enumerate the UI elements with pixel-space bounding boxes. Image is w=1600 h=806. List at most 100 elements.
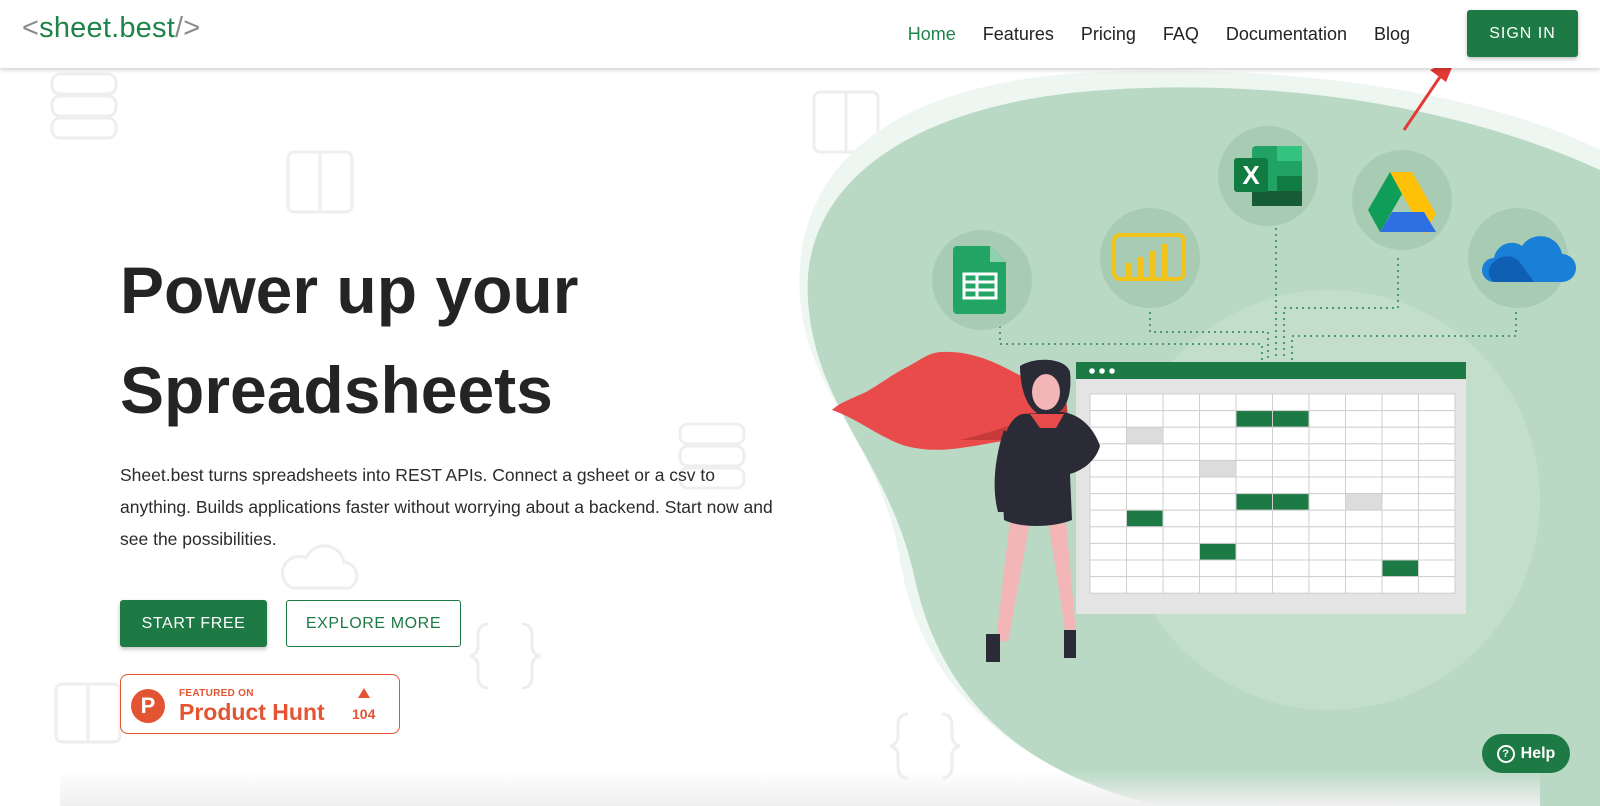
spreadsheet-cell bbox=[1199, 426, 1237, 445]
spreadsheet-cell bbox=[1235, 476, 1273, 495]
logo-bracket-close: /> bbox=[174, 12, 201, 44]
spreadsheet-cell bbox=[1089, 410, 1127, 428]
upvote-count: 104 bbox=[352, 706, 376, 722]
product-hunt-featured-text: FEATURED ON bbox=[179, 688, 254, 699]
start-free-button[interactable]: START FREE bbox=[120, 600, 267, 647]
logo-text: sheet.best bbox=[39, 12, 175, 44]
spreadsheet-cell bbox=[1235, 526, 1273, 544]
nav-documentation[interactable]: Documentation bbox=[1226, 24, 1347, 45]
spreadsheet-cell bbox=[1089, 526, 1127, 544]
spreadsheet-cell bbox=[1089, 576, 1127, 594]
spreadsheet-cell bbox=[1418, 476, 1456, 495]
logo-bracket-open: < bbox=[22, 12, 40, 44]
spreadsheet-cell bbox=[1381, 443, 1419, 461]
spreadsheet-cell bbox=[1126, 443, 1164, 461]
spreadsheet-cell bbox=[1308, 559, 1346, 578]
excel-icon-letter: X bbox=[1242, 160, 1260, 190]
upvote-arrow-icon bbox=[358, 688, 370, 698]
google-sheets-icon bbox=[932, 230, 1032, 330]
product-hunt-badge[interactable]: P FEATURED ON Product Hunt 104 bbox=[120, 674, 400, 734]
spreadsheet-cell bbox=[1381, 542, 1419, 561]
braces-icon bbox=[889, 712, 961, 780]
spreadsheet-cell bbox=[1272, 393, 1310, 412]
spreadsheet-cell bbox=[1345, 559, 1383, 578]
spreadsheet-cell bbox=[1089, 509, 1127, 528]
spreadsheet-cell bbox=[1308, 410, 1346, 428]
spreadsheet-cell bbox=[1418, 443, 1456, 461]
hero-title: Power up your Spreadsheets bbox=[120, 240, 760, 440]
spreadsheet-cell bbox=[1308, 443, 1346, 461]
spreadsheet-cell bbox=[1381, 509, 1419, 528]
spreadsheet-cell bbox=[1162, 410, 1200, 428]
spreadsheet-cell bbox=[1418, 426, 1456, 445]
spreadsheet-cell bbox=[1345, 410, 1383, 428]
spreadsheet-cell bbox=[1089, 459, 1127, 478]
spreadsheet-cell bbox=[1308, 542, 1346, 561]
spreadsheet-cell bbox=[1308, 576, 1346, 594]
explore-more-button[interactable]: EXPLORE MORE bbox=[286, 600, 461, 647]
spreadsheet-cell bbox=[1199, 576, 1237, 594]
spreadsheet-cell bbox=[1162, 576, 1200, 594]
spreadsheet-cell bbox=[1272, 559, 1310, 578]
spreadsheet-cell bbox=[1418, 393, 1456, 412]
spreadsheet-cell bbox=[1235, 426, 1273, 445]
spreadsheet-cell bbox=[1345, 426, 1383, 445]
spreadsheet-cell bbox=[1089, 393, 1127, 412]
spreadsheet-cell bbox=[1089, 493, 1127, 511]
logo[interactable]: <sheet.best/> bbox=[22, 12, 200, 45]
power-bi-icon bbox=[1100, 208, 1200, 308]
spreadsheet-cell bbox=[1235, 542, 1273, 561]
spreadsheet-cell bbox=[1199, 410, 1237, 428]
spreadsheet-cell bbox=[1162, 443, 1200, 461]
spreadsheet-cell bbox=[1162, 526, 1200, 544]
spreadsheet-cell bbox=[1418, 509, 1456, 528]
spreadsheet-cell bbox=[1089, 476, 1127, 495]
spreadsheet-cell bbox=[1272, 493, 1310, 511]
spreadsheet-cell bbox=[1162, 426, 1200, 445]
google-drive-icon bbox=[1352, 150, 1452, 250]
nav-blog[interactable]: Blog bbox=[1374, 24, 1410, 45]
spreadsheet-cell bbox=[1345, 459, 1383, 478]
spreadsheet-cell bbox=[1126, 559, 1164, 578]
spreadsheet-cell bbox=[1381, 493, 1419, 511]
spreadsheet-cell bbox=[1126, 426, 1164, 445]
excel-outline-icon bbox=[54, 682, 122, 744]
nav-faq[interactable]: FAQ bbox=[1163, 24, 1199, 45]
spreadsheet-cell bbox=[1162, 509, 1200, 528]
spreadsheet-cell bbox=[1126, 493, 1164, 511]
nav-pricing[interactable]: Pricing bbox=[1081, 24, 1136, 45]
nav-features[interactable]: Features bbox=[983, 24, 1054, 45]
spreadsheet-cell bbox=[1235, 443, 1273, 461]
spreadsheet-cell bbox=[1126, 393, 1164, 412]
spreadsheet-cell bbox=[1162, 476, 1200, 495]
product-hunt-name: Product Hunt bbox=[179, 699, 325, 725]
spreadsheet-cell bbox=[1418, 576, 1456, 594]
spreadsheet-cell bbox=[1162, 393, 1200, 412]
spreadsheet-cell bbox=[1235, 509, 1273, 528]
nav-home[interactable]: Home bbox=[908, 24, 956, 45]
product-hunt-logo-icon: P bbox=[131, 689, 165, 723]
spreadsheet-cell bbox=[1381, 393, 1419, 412]
spreadsheet-cell bbox=[1272, 509, 1310, 528]
hero-description: Sheet.best turns spreadsheets into REST … bbox=[120, 465, 773, 549]
spreadsheet-cell bbox=[1418, 410, 1456, 428]
excel-outline-icon bbox=[286, 150, 354, 214]
spreadsheet-cell bbox=[1235, 559, 1273, 578]
help-button[interactable]: ? Help bbox=[1482, 734, 1570, 773]
spreadsheet-cell bbox=[1345, 476, 1383, 495]
sign-in-button[interactable]: SIGN IN bbox=[1467, 10, 1578, 57]
spreadsheet-cell bbox=[1235, 493, 1273, 511]
spreadsheet-cell bbox=[1126, 526, 1164, 544]
spreadsheet-cell bbox=[1199, 542, 1237, 561]
spreadsheet-cell bbox=[1162, 542, 1200, 561]
spreadsheet-cell bbox=[1381, 426, 1419, 445]
spreadsheet-cell bbox=[1381, 576, 1419, 594]
spreadsheet-cell bbox=[1089, 559, 1127, 578]
server-icon bbox=[50, 72, 118, 140]
spreadsheet-cell bbox=[1272, 410, 1310, 428]
spreadsheet-cell bbox=[1272, 426, 1310, 445]
spreadsheet-cell bbox=[1199, 559, 1237, 578]
spreadsheet-cell bbox=[1418, 459, 1456, 478]
spreadsheet-cell bbox=[1308, 476, 1346, 495]
spreadsheet-cell bbox=[1235, 459, 1273, 478]
